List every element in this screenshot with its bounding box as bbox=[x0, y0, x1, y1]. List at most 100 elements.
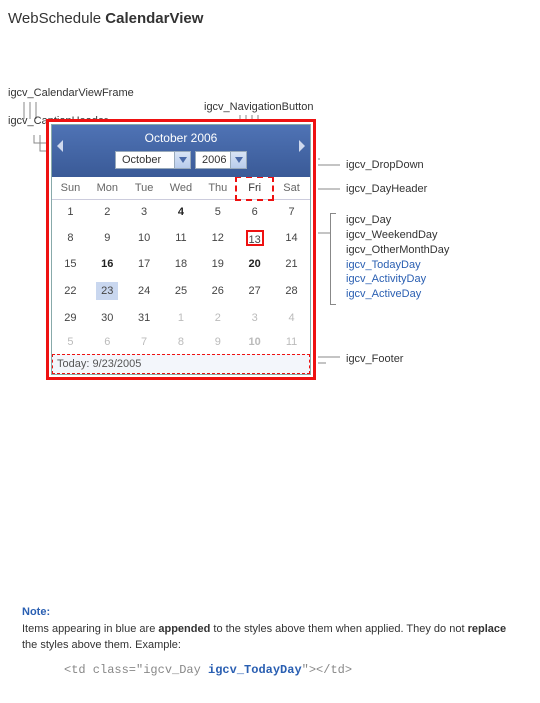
calendar-day[interactable]: 22 bbox=[52, 276, 89, 306]
note-text: to the styles above them when applied. T… bbox=[210, 623, 467, 635]
calendar-day[interactable]: 11 bbox=[163, 224, 200, 252]
calendar-day[interactable]: 20 bbox=[236, 252, 273, 276]
calendar-day[interactable]: 3 bbox=[236, 306, 273, 330]
calendar-day[interactable]: 13 bbox=[236, 224, 273, 252]
calendar-day[interactable]: 8 bbox=[163, 330, 200, 354]
code-highlight: igcv_TodayDay bbox=[208, 663, 302, 677]
calendar-day[interactable]: 2 bbox=[89, 200, 126, 225]
code-text: <td class="igcv_Day bbox=[64, 663, 208, 677]
calendar-day[interactable]: 19 bbox=[199, 252, 236, 276]
calendar-view-frame: October 2006 October 2006 bbox=[46, 119, 316, 380]
calendar-row: 2930311234 bbox=[52, 306, 310, 330]
note-section: Note: Items appearing in blue are append… bbox=[8, 605, 522, 679]
calendar-day[interactable]: 10 bbox=[126, 224, 163, 252]
calendar-row: 22232425262728 bbox=[52, 276, 310, 306]
calendar-day[interactable]: 4 bbox=[163, 200, 200, 225]
month-value: October bbox=[116, 154, 174, 166]
calendar-day[interactable]: 3 bbox=[126, 200, 163, 225]
year-value: 2006 bbox=[196, 154, 230, 166]
day-header: Tue bbox=[126, 177, 163, 200]
calendar-title: October 2006 bbox=[52, 129, 310, 151]
diagram-area: igcv_CalendarViewFrame igcv_CaptionHeade… bbox=[8, 55, 522, 435]
nav-next-button[interactable] bbox=[296, 131, 308, 161]
year-dropdown[interactable]: 2006 bbox=[195, 151, 247, 169]
calendar-day[interactable]: 23 bbox=[89, 276, 126, 306]
title-prefix: WebSchedule bbox=[8, 10, 105, 27]
label-active: igcv_ActiveDay bbox=[346, 288, 421, 300]
calendar-day[interactable]: 6 bbox=[89, 330, 126, 354]
day-header: Sat bbox=[273, 177, 310, 200]
calendar: October 2006 October 2006 bbox=[51, 124, 311, 375]
calendar-day[interactable]: 16 bbox=[89, 252, 126, 276]
code-example: <td class="igcv_Day igcv_TodayDay"></td> bbox=[64, 662, 516, 679]
note-text: the styles above them. Example: bbox=[22, 639, 181, 651]
footer-text: Today: 9/23/2005 bbox=[57, 358, 141, 370]
day-header-highlight: Fri bbox=[236, 177, 273, 200]
label-activity: igcv_ActivityDay bbox=[346, 273, 426, 285]
label-footer: igcv_Footer bbox=[346, 353, 403, 365]
label-today: igcv_TodayDay bbox=[346, 259, 421, 271]
note-text: Items appearing in blue are bbox=[22, 623, 158, 635]
calendar-day[interactable]: 9 bbox=[89, 224, 126, 252]
calendar-day[interactable]: 9 bbox=[199, 330, 236, 354]
calendar-day[interactable]: 15 bbox=[52, 252, 89, 276]
day-header: Sun bbox=[52, 177, 89, 200]
label-day-group: igcv_Day igcv_WeekendDay igcv_OtherMonth… bbox=[346, 213, 449, 302]
calendar-day[interactable]: 6 bbox=[236, 200, 273, 225]
calendar-day[interactable]: 8 bbox=[52, 224, 89, 252]
chevron-down-icon bbox=[230, 152, 246, 168]
note-header: Note: bbox=[22, 605, 516, 621]
calendar-grid: Sun Mon Tue Wed Thu Fri Sat 123456789101… bbox=[52, 177, 310, 354]
calendar-row: 1234567 bbox=[52, 200, 310, 225]
calendar-footer[interactable]: Today: 9/23/2005 bbox=[52, 354, 310, 374]
calendar-day[interactable]: 27 bbox=[236, 276, 273, 306]
bracket-daygroup bbox=[330, 213, 336, 305]
calendar-day[interactable]: 21 bbox=[273, 252, 310, 276]
calendar-day[interactable]: 26 bbox=[199, 276, 236, 306]
calendar-day[interactable]: 28 bbox=[273, 276, 310, 306]
label-dayheader: igcv_DayHeader bbox=[346, 183, 427, 195]
title-bold: CalendarView bbox=[105, 10, 203, 27]
day-header: Wed bbox=[163, 177, 200, 200]
note-bold: replace bbox=[468, 623, 507, 635]
calendar-row: 891011121314 bbox=[52, 224, 310, 252]
calendar-day[interactable]: 29 bbox=[52, 306, 89, 330]
day-header-row: Sun Mon Tue Wed Thu Fri Sat bbox=[52, 177, 310, 200]
calendar-day[interactable]: 4 bbox=[273, 306, 310, 330]
calendar-day[interactable]: 25 bbox=[163, 276, 200, 306]
calendar-day[interactable]: 1 bbox=[163, 306, 200, 330]
label-frame: igcv_CalendarViewFrame bbox=[8, 87, 134, 99]
calendar-day[interactable]: 1 bbox=[52, 200, 89, 225]
chevron-down-icon bbox=[174, 152, 190, 168]
calendar-day[interactable]: 31 bbox=[126, 306, 163, 330]
label-dropdown: igcv_DropDown bbox=[346, 159, 424, 171]
calendar-day[interactable]: 17 bbox=[126, 252, 163, 276]
calendar-day[interactable]: 11 bbox=[273, 330, 310, 354]
label-day: igcv_Day bbox=[346, 214, 391, 226]
calendar-day[interactable]: 30 bbox=[89, 306, 126, 330]
label-othermonth: igcv_OtherMonthDay bbox=[346, 244, 449, 256]
label-weekend: igcv_WeekendDay bbox=[346, 229, 438, 241]
calendar-day[interactable]: 7 bbox=[273, 200, 310, 225]
calendar-row: 15161718192021 bbox=[52, 252, 310, 276]
label-navbutton: igcv_NavigationButton bbox=[204, 101, 313, 113]
calendar-day[interactable]: 5 bbox=[52, 330, 89, 354]
day-header: Mon bbox=[89, 177, 126, 200]
note-body: Items appearing in blue are appended to … bbox=[22, 622, 516, 654]
calendar-day[interactable]: 5 bbox=[199, 200, 236, 225]
calendar-day[interactable]: 18 bbox=[163, 252, 200, 276]
calendar-day[interactable]: 24 bbox=[126, 276, 163, 306]
day-header: Thu bbox=[199, 177, 236, 200]
calendar-row: 567891011 bbox=[52, 330, 310, 354]
nav-prev-button[interactable] bbox=[54, 131, 66, 161]
month-dropdown[interactable]: October bbox=[115, 151, 191, 169]
calendar-day[interactable]: 7 bbox=[126, 330, 163, 354]
calendar-day[interactable]: 12 bbox=[199, 224, 236, 252]
code-text: "></td> bbox=[302, 663, 352, 677]
calendar-day[interactable]: 10 bbox=[236, 330, 273, 354]
calendar-day[interactable]: 2 bbox=[199, 306, 236, 330]
calendar-day[interactable]: 14 bbox=[273, 224, 310, 252]
dropdown-row: October 2006 bbox=[52, 151, 310, 171]
page-title: WebSchedule CalendarView bbox=[8, 10, 522, 27]
caption-header: October 2006 October 2006 bbox=[52, 125, 310, 177]
